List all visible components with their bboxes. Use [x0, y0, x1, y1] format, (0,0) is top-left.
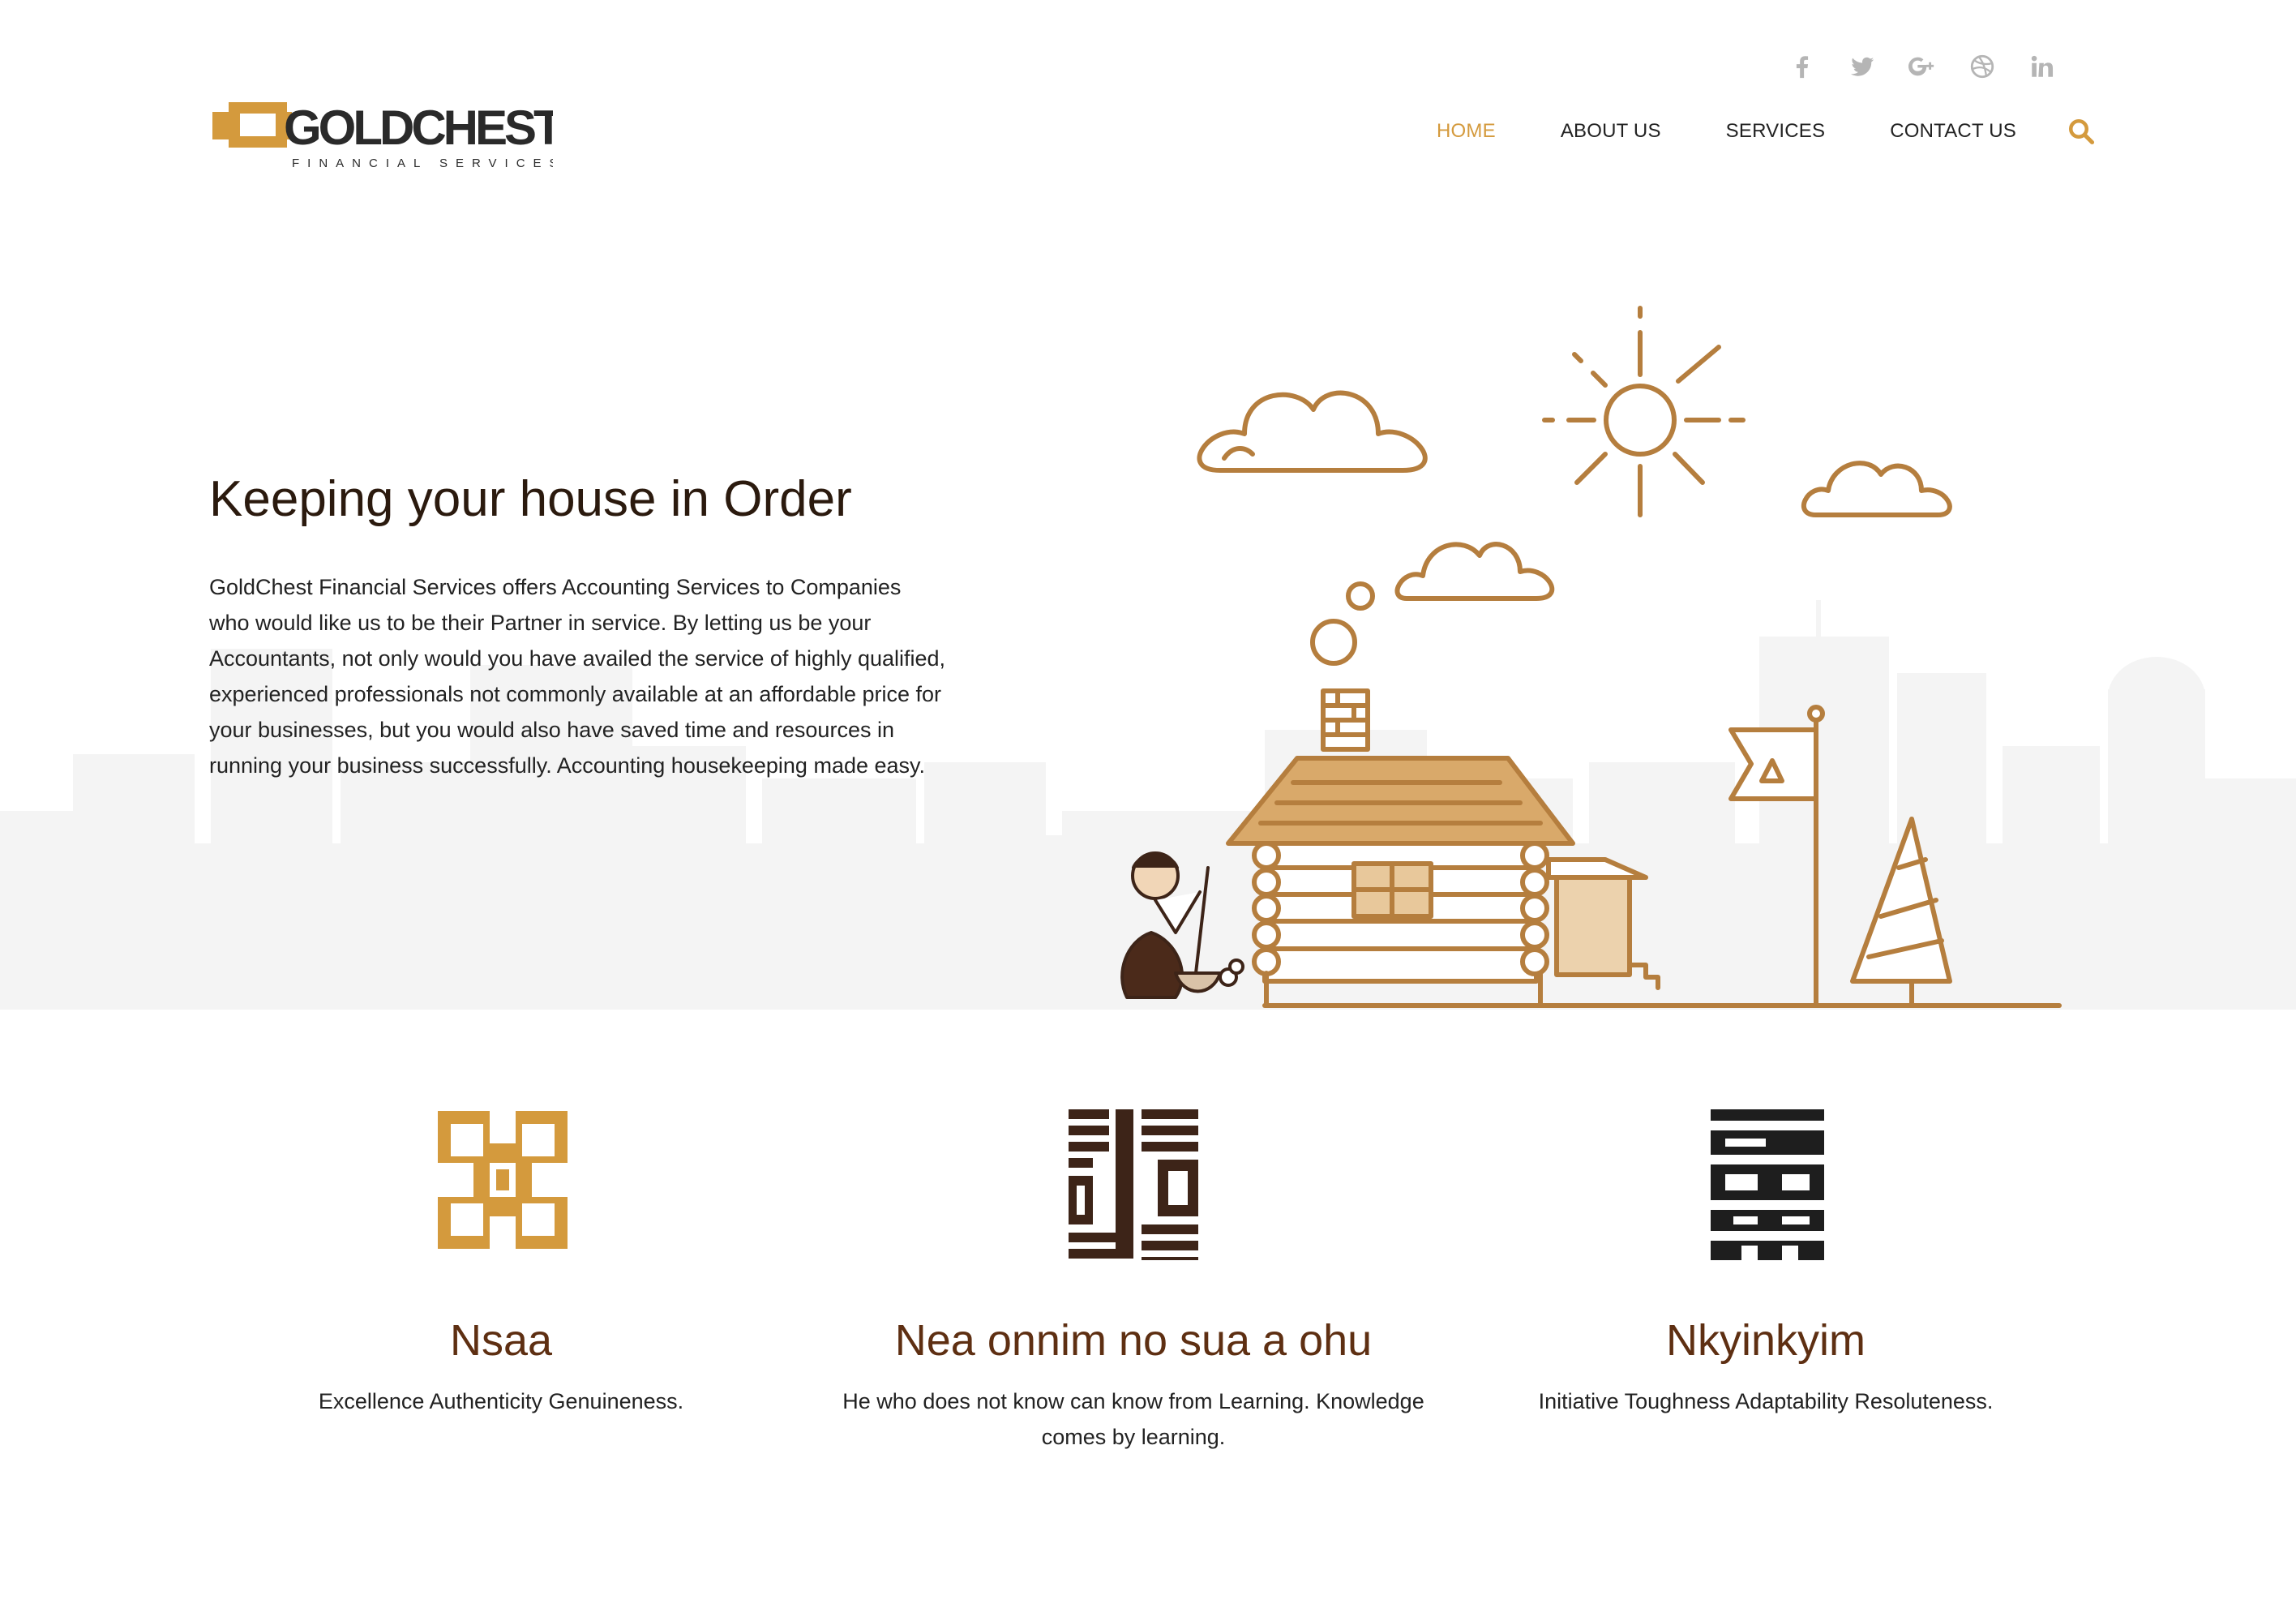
google-plus-link[interactable] [1904, 48, 1941, 85]
cloud-icon [1801, 461, 1952, 517]
nav-item-contact-us[interactable]: CONTACT US [1890, 120, 2016, 143]
feature-title: Nsaa [449, 1316, 553, 1365]
nea-onnim-symbol-icon [1069, 1109, 1198, 1260]
main-nav: HOME ABOUT US SERVICES CONTACT US [1437, 114, 2096, 149]
google-plus-icon [1908, 57, 1934, 76]
feature-text: Excellence Authenticity Genuineness. [318, 1389, 684, 1413]
nsaa-symbol-icon [438, 1111, 568, 1249]
twitter-link[interactable] [1844, 48, 1881, 85]
hero-description: GoldChest Financial Services offers Acco… [209, 575, 946, 778]
linkedin-link[interactable] [2024, 48, 2061, 85]
feature-title: Nea onnim no sua a ohu [894, 1316, 1373, 1365]
dribbble-link[interactable] [1964, 48, 2001, 85]
feature-text: He who does not know can know from Learn… [842, 1389, 1424, 1449]
cloud-icon [1394, 542, 1555, 601]
hero-title: Keeping your house in Order [209, 471, 852, 527]
dribbble-icon [1970, 54, 1994, 79]
nav-item-home[interactable]: HOME [1437, 120, 1496, 143]
brand-name: GOLDCHEST [284, 101, 553, 155]
cloud-icon [1197, 390, 1428, 473]
nkyinkyim-symbol-icon [1711, 1109, 1824, 1260]
social-links [1784, 49, 2061, 84]
twitter-icon [1850, 57, 1874, 76]
linkedin-icon [2031, 55, 2054, 77]
house-illustration [1078, 300, 2075, 1014]
goldchest-logo-icon: GOLDCHEST FINANCIAL SERVICES [212, 101, 566, 170]
brand-tagline: FINANCIAL SERVICES [292, 157, 553, 170]
facebook-link[interactable] [1784, 48, 1821, 85]
nav-item-about-us[interactable]: ABOUT US [1561, 120, 1661, 143]
sun-icon [1542, 306, 1746, 517]
feature-nkyinkyim: Nkyinkyim Initiative Toughness Adaptabil… [1441, 1103, 2090, 1419]
feature-nea-onnim: Nea onnim no sua a ohu He who does not k… [809, 1103, 1458, 1455]
sweeping-man-icon [1120, 851, 1244, 999]
feature-title: Nkyinkyim [1665, 1316, 1866, 1365]
brand-logo[interactable]: GOLDCHEST FINANCIAL SERVICES [212, 97, 566, 178]
nav-item-services[interactable]: SERVICES [1726, 120, 1826, 143]
feature-text: Initiative Toughness Adaptability Resolu… [1538, 1389, 1994, 1413]
search-icon[interactable] [2067, 117, 2096, 146]
feature-nsaa: Nsaa Excellence Authenticity Genuineness… [177, 1103, 825, 1419]
facebook-icon [1796, 56, 1809, 79]
